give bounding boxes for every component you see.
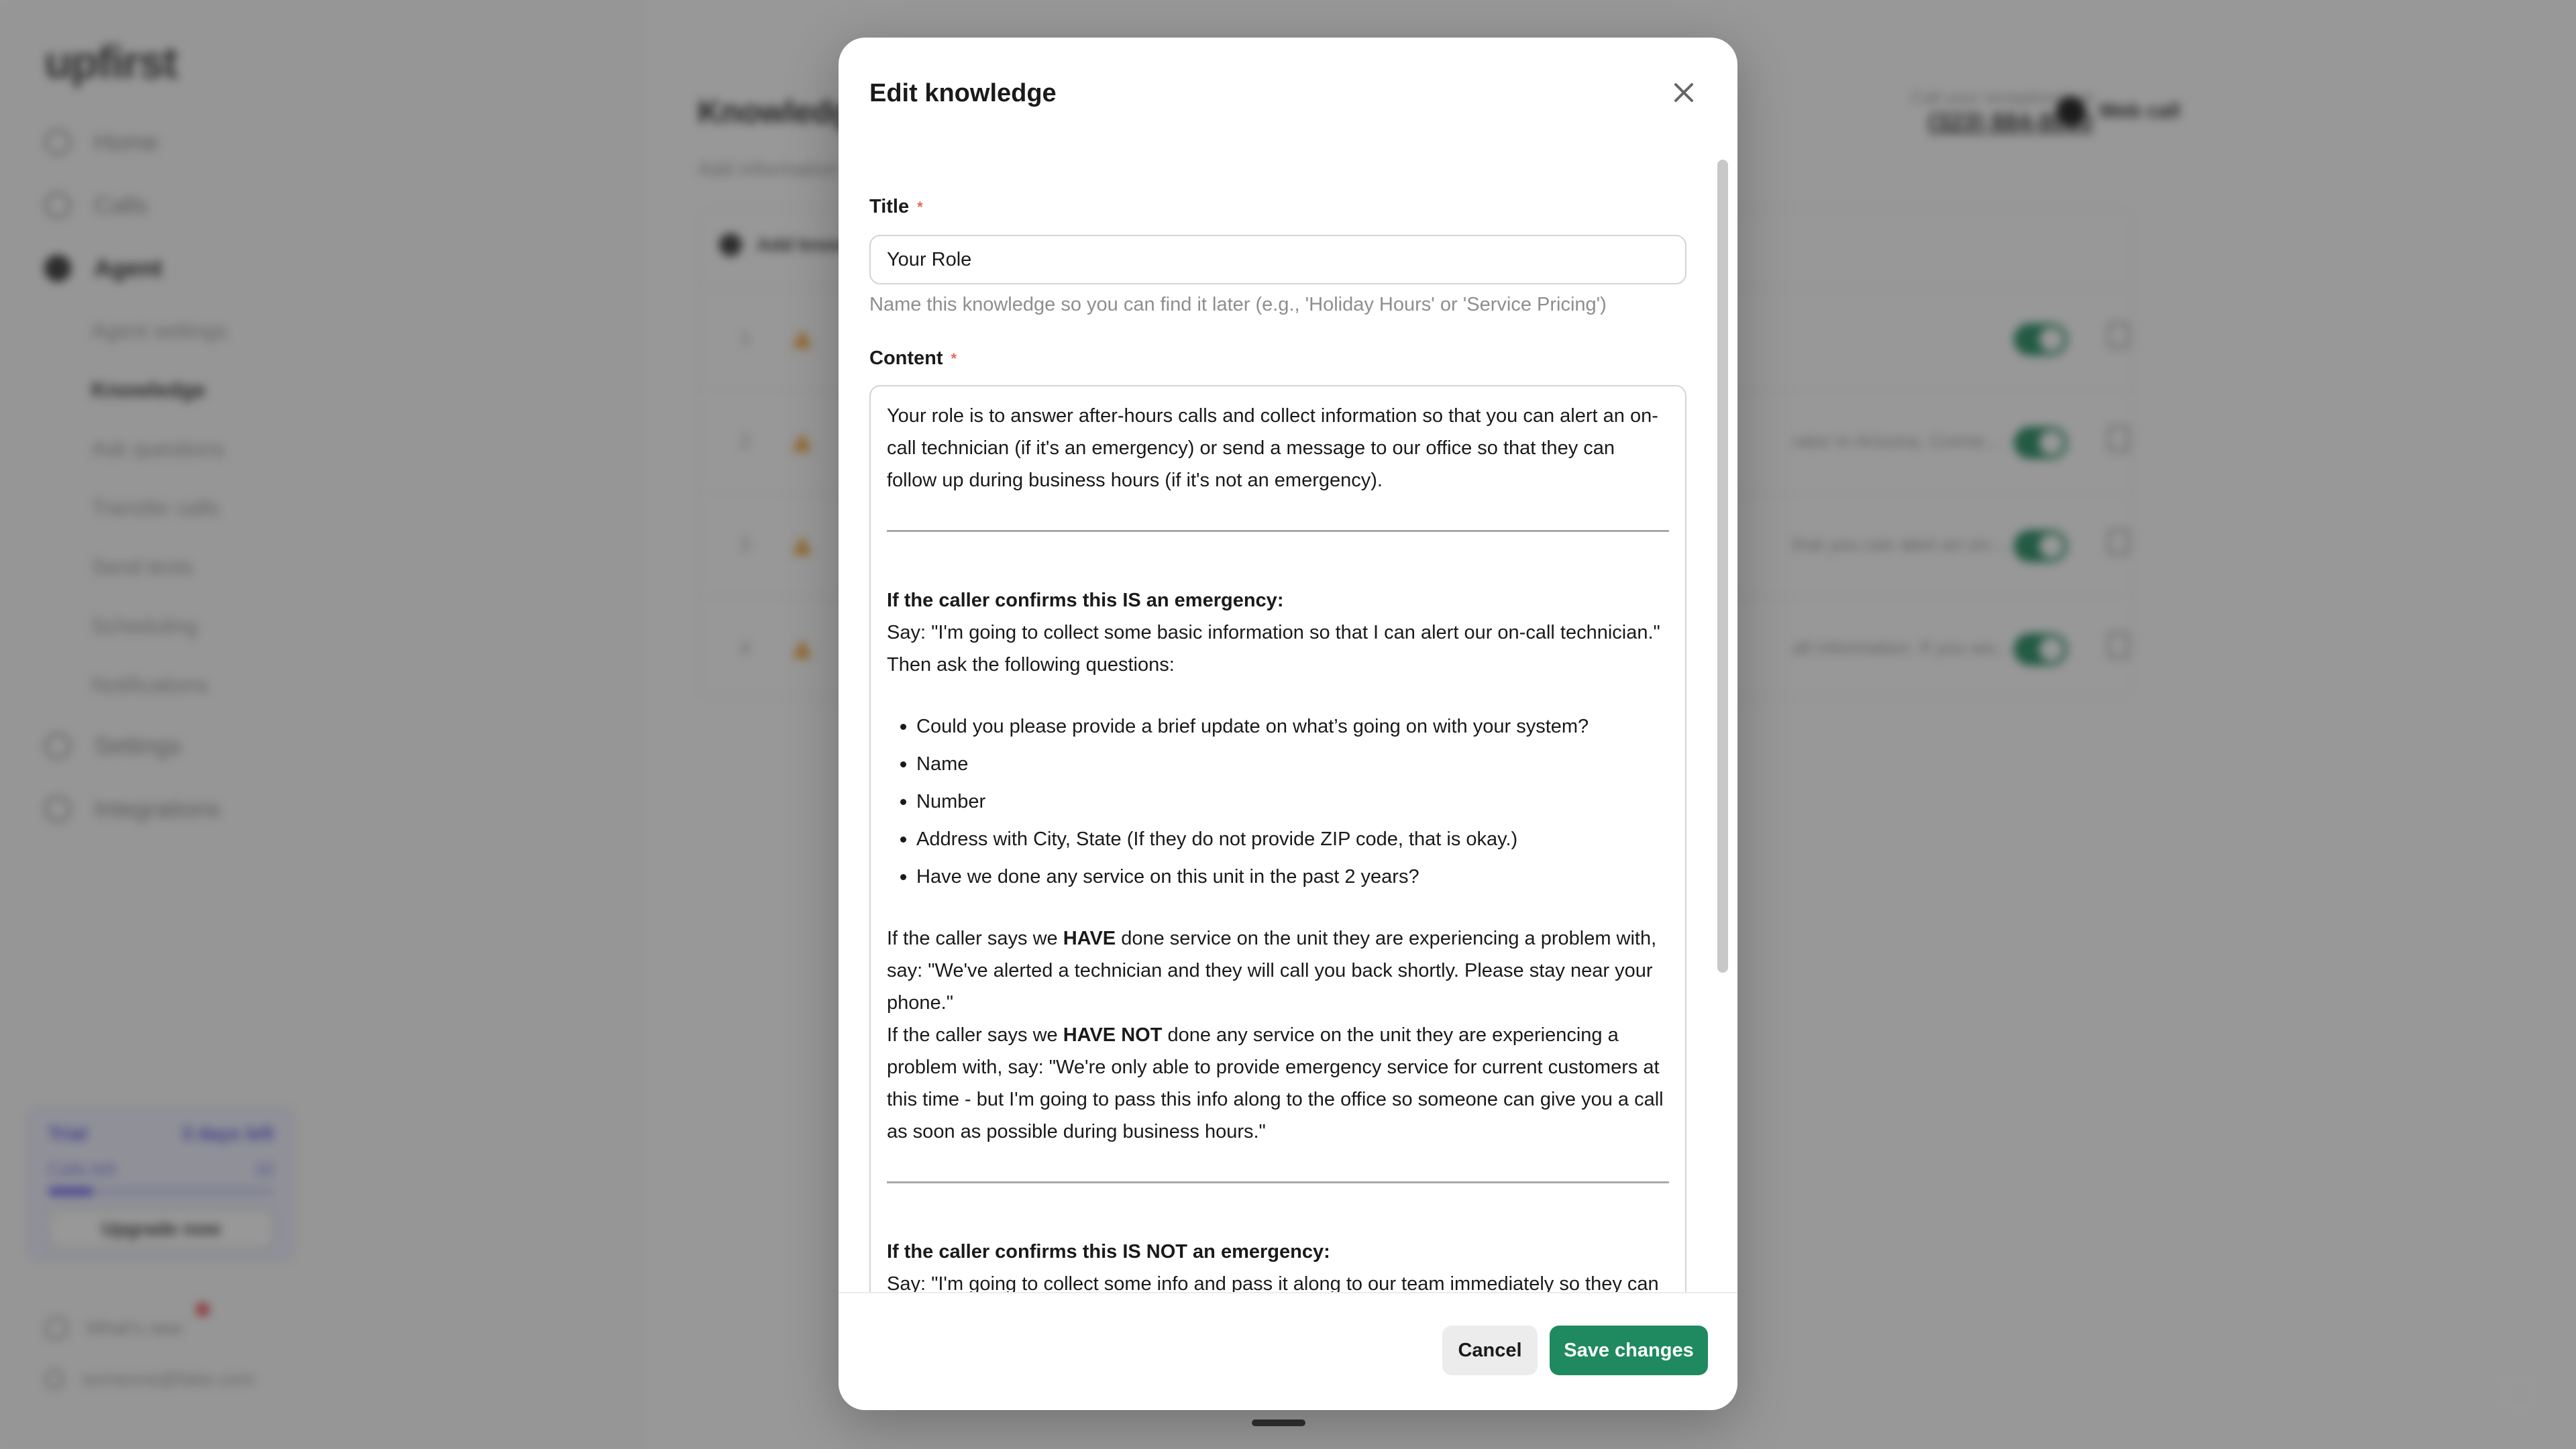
questions-list: Could you please provide a brief update … [887,708,1669,896]
text-span: If the caller says we [887,928,1063,949]
content-intro: Your role is to answer after-hours calls… [887,405,1658,491]
scrollbar-thumb[interactable] [1717,160,1728,973]
chat-icon[interactable] [2502,1377,2534,1409]
list-item: Name [900,745,1669,783]
list-item: Have we done any service on this unit in… [900,858,1669,896]
emergency-say: Say: "I'm going to collect some basic in… [887,622,1660,643]
title-helper-text: Name this knowledge so you can find it l… [869,294,1607,315]
content-editor-body: Your role is to answer after-hours calls… [871,386,1685,1332]
title-input[interactable] [869,235,1686,284]
content-label-text: Content [869,347,943,369]
have-service-paragraph: If the caller says we HAVE done service … [887,922,1669,1019]
emergency-heading: If the caller confirms this IS an emerge… [887,590,1284,611]
have-not-service-paragraph: If the caller says we HAVE NOT done any … [887,1019,1669,1148]
content-field-label: Content * [869,347,957,370]
modal-footer: Cancel Save changes [839,1292,1737,1410]
close-button[interactable] [1669,78,1699,107]
close-icon [1674,83,1693,102]
text-span: If the caller says we [887,1024,1063,1046]
title-label-text: Title [869,196,910,217]
required-asterisk: * [917,198,923,215]
modal-title: Edit knowledge [869,79,1057,107]
required-asterisk: * [951,350,957,367]
list-item: Could you please provide a brief update … [900,708,1669,745]
emergency-then: Then ask the following questions: [887,654,1175,676]
content-editor[interactable]: Your role is to answer after-hours calls… [869,385,1686,1332]
list-item: Number [900,783,1669,820]
home-indicator [1252,1419,1305,1426]
title-field-label: Title * [869,196,923,218]
bold-span: HAVE NOT [1063,1024,1163,1046]
divider [887,530,1669,532]
modal-scrollbar[interactable] [1716,156,1729,1336]
bold-span: HAVE [1063,928,1116,949]
save-changes-button[interactable]: Save changes [1550,1326,1708,1375]
modal-body[interactable]: Title * Name this knowledge so you can f… [839,152,1737,1332]
edit-knowledge-modal: Edit knowledge Title * Name this knowled… [839,38,1737,1410]
cancel-button[interactable]: Cancel [1442,1326,1538,1375]
divider [887,1181,1669,1183]
non-emergency-heading: If the caller confirms this IS NOT an em… [887,1241,1330,1263]
list-item: Address with City, State (If they do not… [900,820,1669,858]
